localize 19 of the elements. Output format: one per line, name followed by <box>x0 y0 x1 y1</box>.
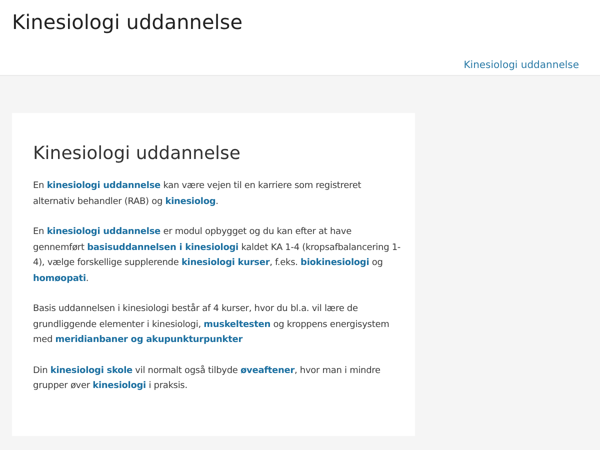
link[interactable]: kinesiologi uddannelse <box>46 181 160 191</box>
link[interactable]: kinesiolog <box>165 196 216 206</box>
link[interactable]: biokinesiologi <box>300 258 370 268</box>
paragraph: Basis uddannelsen i kinesiologi består af 4 kurser, hvor du bl.a. vil lære de grundliggende elementer i kinesiologi, muskeltesten og kroppens energisystem med meridianbaner og akupunkturpunkter <box>33 302 390 347</box>
site-title[interactable]: Kinesiologi uddannelse <box>12 9 243 35</box>
link[interactable]: kinesiologi kurser <box>181 258 270 268</box>
link[interactable]: kinesiologi uddannelse <box>46 227 160 237</box>
link[interactable]: homøopati <box>33 274 86 284</box>
nav-link[interactable]: Kinesiologi uddannelse <box>464 60 579 71</box>
link[interactable]: kinesiologi skole <box>50 366 132 376</box>
paragraph: Din kinesiologi skole vil normalt også tilbyde øveaftener, hvor man i mindre grupper øver kinesiologi i praksis. <box>33 364 382 393</box>
paragraph: En kinesiologi uddannelse er modul opbygget og du kan efter at have gennemført basisuddannelsen i kinesiologi kaldet KA 1-4 (kropsafbalancering 1-4), vælge forskellige supplerende kinesiologi kurser, f.eks. biokinesiologi og homøopati. <box>33 226 402 286</box>
link[interactable]: øveaftener <box>240 366 295 376</box>
link[interactable]: muskeltesten <box>204 320 270 330</box>
link[interactable]: kinesiologi <box>92 381 146 391</box>
link[interactable]: meridianbaner og akupunkturpunkter <box>55 335 242 345</box>
article-title: Kinesiologi uddannelse <box>33 142 242 166</box>
paragraph: En kinesiologi uddannelse kan være vejen til en karriere som registreret alternativ behandler (RAB) og kinesiolog. <box>33 180 362 208</box>
link[interactable]: basisuddannelsen i kinesiologi <box>87 242 238 252</box>
